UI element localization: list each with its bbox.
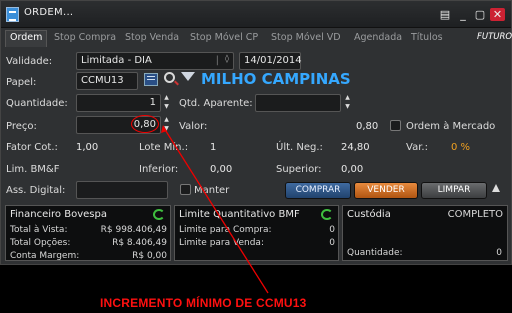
annotation-text: INCREMENTO MÍNIMO DE CCMU13 [100, 296, 307, 310]
arrow-line [163, 127, 269, 294]
annotation-arrow [161, 125, 269, 294]
